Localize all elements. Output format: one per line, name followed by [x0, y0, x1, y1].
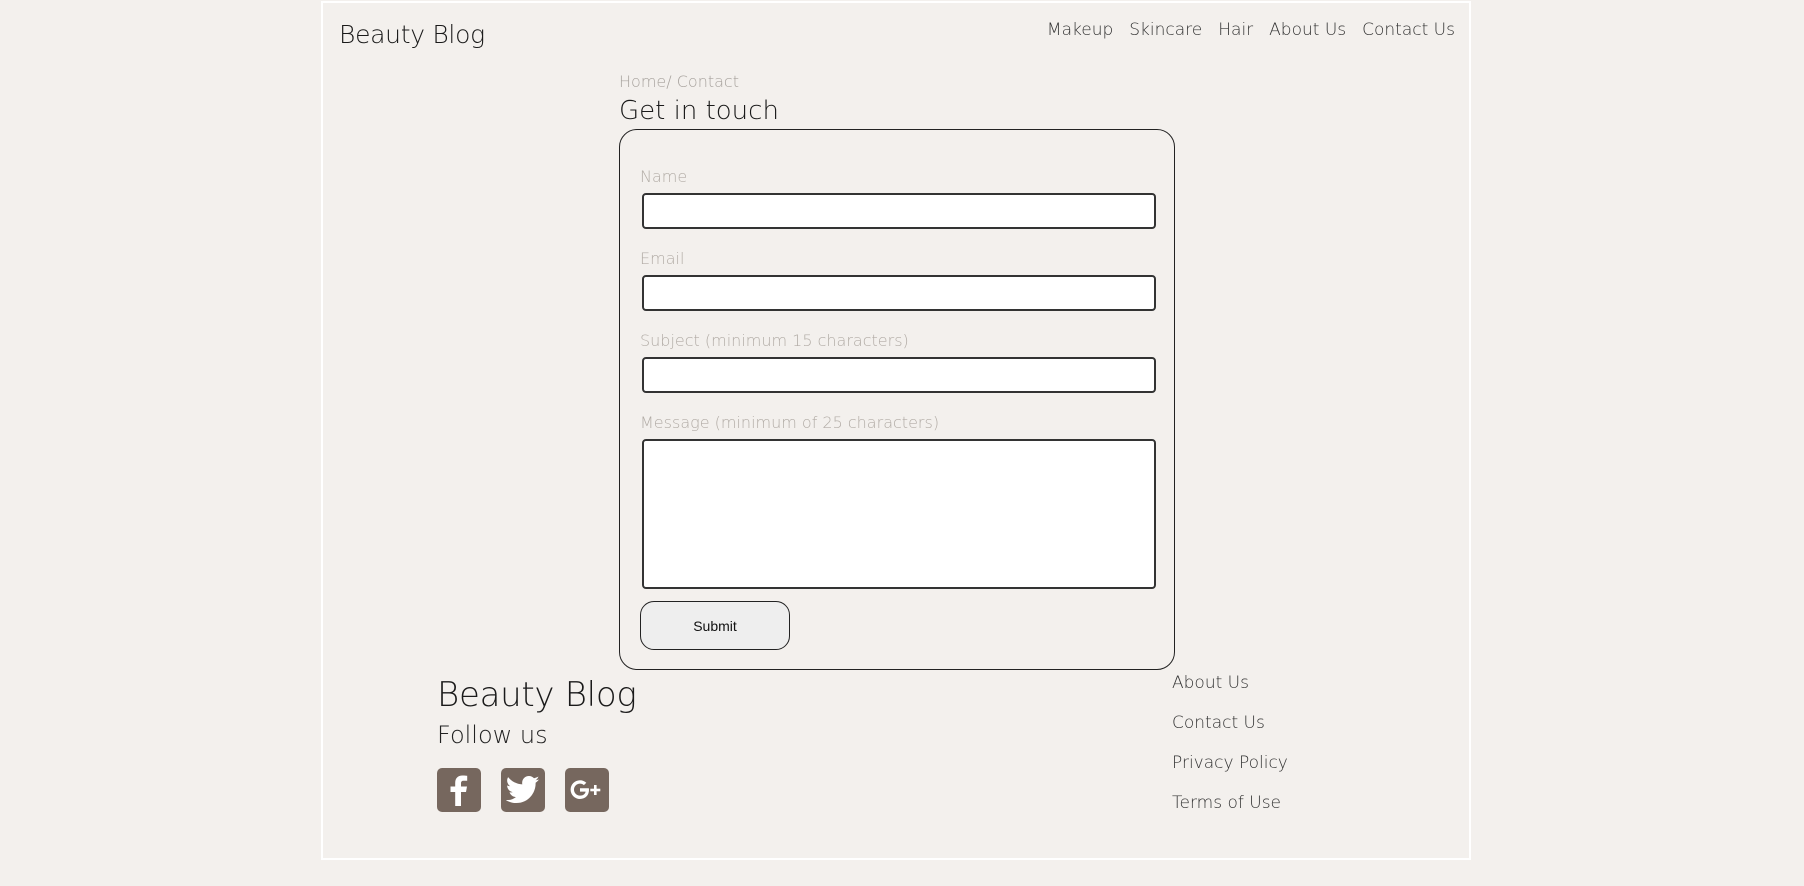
name-label: Name: [640, 167, 688, 186]
top-nav: Makeup Skincare Hair About Us Contact Us: [1047, 20, 1455, 40]
footer-link-about-us[interactable]: About Us: [1172, 672, 1288, 695]
message-textarea[interactable]: [642, 439, 1156, 589]
nav-item-skincare[interactable]: Skincare: [1129, 20, 1202, 40]
footer-link-privacy-policy[interactable]: Privacy Policy: [1172, 752, 1288, 775]
subject-label: Subject (minimum 15 characters): [640, 331, 909, 350]
footer-links: About Us Contact Us Privacy Policy Terms…: [1172, 672, 1288, 815]
footer-link-contact-us[interactable]: Contact Us: [1172, 712, 1288, 735]
nav-item-hair[interactable]: Hair: [1218, 20, 1253, 40]
nav-item-makeup[interactable]: Makeup: [1047, 20, 1113, 40]
name-input[interactable]: [642, 193, 1156, 229]
google-plus-icon[interactable]: [565, 768, 609, 812]
facebook-icon[interactable]: [437, 768, 481, 812]
breadcrumb-home[interactable]: Home: [619, 72, 666, 91]
breadcrumb: Home/ Contact: [619, 72, 739, 91]
footer-logo: Beauty Blog: [437, 675, 637, 715]
nav-item-about-us[interactable]: About Us: [1269, 20, 1346, 40]
subject-input[interactable]: [642, 357, 1156, 393]
email-label: Email: [640, 249, 685, 268]
breadcrumb-separator: /: [666, 72, 677, 91]
contact-form: Name Email Subject (minimum 15 character…: [619, 129, 1175, 670]
site-logo[interactable]: Beauty Blog: [339, 20, 485, 49]
message-label: Message (minimum of 25 characters): [640, 413, 940, 432]
breadcrumb-current: Contact: [676, 72, 739, 91]
footer-link-terms-of-use[interactable]: Terms of Use: [1172, 792, 1288, 815]
twitter-icon[interactable]: [501, 768, 545, 812]
nav-item-contact-us[interactable]: Contact Us: [1362, 20, 1455, 40]
email-input[interactable]: [642, 275, 1156, 311]
page-title: Get in touch: [619, 96, 779, 126]
follow-us-label: Follow us: [437, 721, 548, 749]
social-links: [437, 768, 609, 812]
submit-button[interactable]: Submit: [640, 601, 790, 650]
